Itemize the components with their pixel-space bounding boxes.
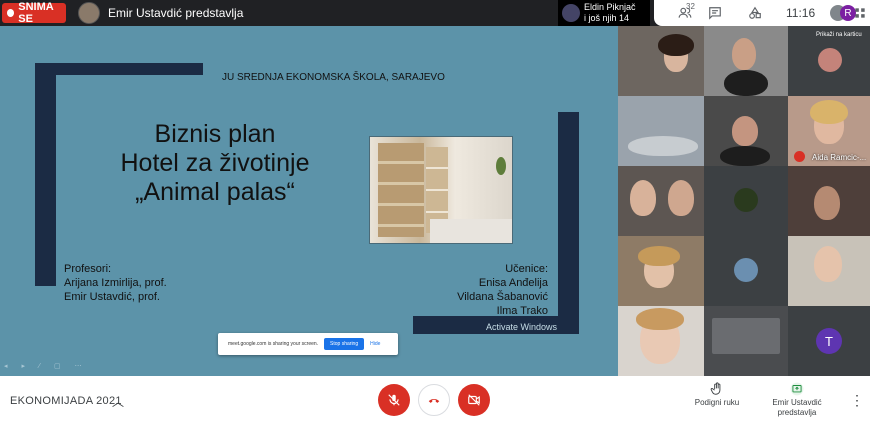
presenting-button[interactable]: Emir Ustavdić predstavlja [768, 382, 826, 418]
present-screen-icon [790, 382, 804, 396]
more-options-icon[interactable]: ⋮ [850, 392, 864, 409]
participant-avatar [734, 258, 758, 282]
meeting-name[interactable]: EKONOMIJADA 2021 [10, 395, 122, 407]
participant-grid: Prikaži na karticu Aida Ramcic-... T [618, 26, 870, 376]
activate-windows-watermark: Activate Windows [486, 322, 558, 332]
bottom-bar: EKONOMIJADA 2021 ︿ Podigni ruku Emir Ust… [0, 376, 870, 424]
participant-name: Aida Ramcic-... [812, 153, 867, 162]
pin-tooltip: Prikaži na karticu [812, 30, 866, 40]
professor-2: Emir Ustavdić, prof. [64, 291, 160, 303]
mic-toggle-button[interactable] [378, 384, 410, 416]
activities-button[interactable] [746, 4, 764, 22]
people-button[interactable]: 32 [674, 2, 696, 22]
participant-tile[interactable] [704, 26, 788, 96]
participant-tile[interactable] [618, 166, 704, 236]
camera-off-icon [468, 394, 480, 406]
presenter-title: Emir Ustavdić predstavlja [108, 6, 244, 20]
participant-tile[interactable] [618, 96, 704, 166]
title-line-1: Biznis plan [154, 120, 276, 148]
slide-title: Biznis plan Hotel za životinje „Animal p… [100, 120, 330, 207]
stop-sharing-button[interactable]: Stop sharing [324, 338, 365, 350]
school-name: JU SREDNJA EKONOMSKA ŠKOLA, SARAJEVO [222, 72, 445, 83]
top-controls: 32 11:16 R [654, 0, 870, 26]
layout-button[interactable] [852, 4, 868, 22]
slide-frame-top [35, 63, 203, 75]
joiner-avatar [562, 4, 580, 22]
slide-toolbar[interactable]: ◂ ▸ ⁄ ▢ ⋯ [4, 362, 88, 370]
participant-count: 32 [686, 2, 695, 11]
shared-presentation: JU SREDNJA EKONOMSKA ŠKOLA, SARAJEVO Biz… [0, 26, 618, 376]
participant-tile[interactable] [788, 236, 870, 306]
student-1: Enisa Anđelija [478, 277, 548, 289]
recording-label: SNIMA SE [18, 1, 54, 25]
chevron-up-icon[interactable]: ︿ [112, 393, 124, 410]
presenting-label-2: predstavlja [777, 408, 817, 417]
participant-tile[interactable]: Prikaži na karticu [788, 26, 870, 96]
participant-tile[interactable] [704, 306, 788, 376]
title-line-2: Hotel za životinje [120, 149, 310, 177]
participant-tile[interactable] [704, 96, 788, 166]
participant-tile[interactable] [618, 306, 704, 376]
participant-avatar [734, 188, 758, 212]
join-notice-name: Eldin Piknjač [584, 2, 636, 12]
hang-up-icon [428, 398, 440, 403]
floor [430, 219, 512, 243]
participant-tile-aida[interactable]: Aida Ramcic-... [788, 96, 870, 166]
screen-share-bar: meet.google.com is sharing your screen. … [218, 333, 398, 355]
participant-tile[interactable] [704, 166, 788, 236]
professors-label: Profesori: [64, 263, 112, 275]
plant [496, 157, 506, 175]
shapes-icon [749, 6, 761, 19]
hand-icon [710, 382, 721, 395]
participant-tile[interactable] [618, 236, 704, 306]
pet-cages [378, 143, 424, 237]
participant-tile-t[interactable]: T [788, 306, 870, 376]
participant-avatar [818, 48, 842, 72]
participant-tile[interactable] [704, 236, 788, 306]
mic-off-icon [388, 394, 400, 406]
chat-icon [709, 7, 721, 20]
join-notice-count: i još njih 14 [584, 13, 630, 23]
leave-call-button[interactable] [418, 384, 450, 416]
mic-off-icon [794, 151, 805, 162]
raise-hand-label: Podigni ruku [694, 398, 740, 407]
record-dot-icon [7, 9, 15, 17]
presenter-avatar [78, 2, 100, 24]
presenting-label-1: Emir Ustavdić [772, 398, 822, 407]
students-label: Učenice: [505, 263, 548, 275]
slide-frame-right [558, 112, 579, 334]
participant-tile[interactable] [618, 26, 704, 96]
recording-badge[interactable]: SNIMA SE [2, 1, 66, 25]
hotel-room-photo [369, 136, 513, 244]
student-2: Vildana Šabanović [457, 291, 548, 303]
raise-hand-button[interactable]: Podigni ruku [690, 382, 744, 408]
students-block: Učenice: Enisa Anđelija Vildana Šabanovi… [440, 262, 548, 318]
clock: 11:16 [786, 6, 816, 20]
top-bar: SNIMA SE Emir Ustavdić predstavlja Eldin… [0, 0, 870, 26]
professor-1: Arijana Izmirlija, prof. [64, 277, 167, 289]
participant-initial: T [816, 328, 842, 354]
join-notification[interactable]: Eldin Piknjač i još njih 14 [558, 0, 650, 26]
hide-button[interactable]: Hide [370, 341, 380, 347]
professors-block: Profesori: Arijana Izmirlija, prof. Emir… [64, 262, 167, 304]
grid-icon [855, 8, 865, 18]
title-line-3: „Animal palas“ [135, 178, 295, 206]
share-notice: meet.google.com is sharing your screen. [228, 341, 319, 347]
camera-toggle-button[interactable] [458, 384, 490, 416]
participant-tile[interactable] [788, 166, 870, 236]
student-3: Ilma Trako [496, 305, 548, 317]
chat-button[interactable] [706, 4, 724, 22]
slide-frame-left [35, 63, 56, 286]
